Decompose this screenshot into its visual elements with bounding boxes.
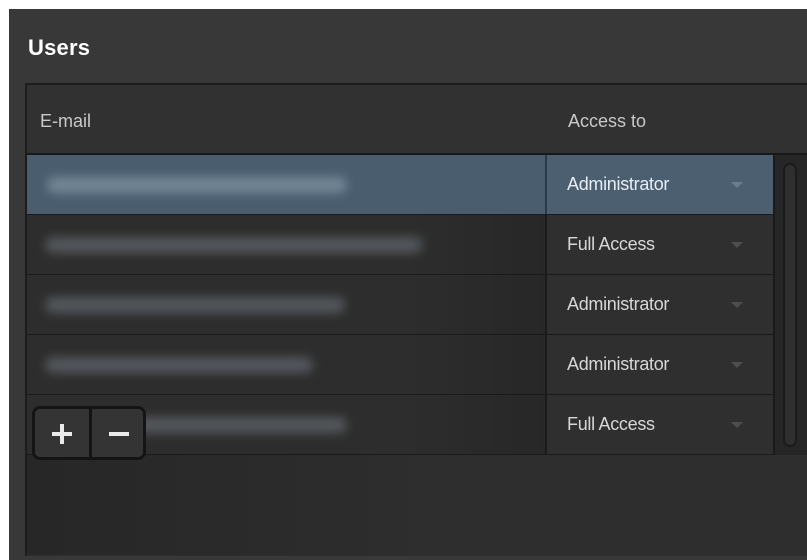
cell-fade (407, 275, 545, 334)
cell-fade (407, 215, 545, 274)
access-value: Full Access (567, 414, 655, 434)
chevron-down-icon (731, 182, 743, 188)
chevron-down-icon (731, 422, 743, 428)
add-user-button[interactable] (35, 409, 89, 457)
users-panel: Users E-mail Access to Administrator Ful… (9, 9, 807, 560)
table-footer (27, 455, 807, 556)
cell-fade (407, 335, 545, 394)
column-header-email[interactable]: E-mail (40, 111, 91, 132)
column-header-access[interactable]: Access to (568, 111, 646, 132)
email-cell-redacted[interactable] (27, 335, 545, 394)
table-row[interactable]: Administrator (27, 275, 773, 335)
table-row[interactable]: Full Access (27, 215, 773, 275)
vertical-scrollbar[interactable] (773, 155, 807, 455)
cell-fade (407, 395, 545, 454)
email-cell-redacted[interactable] (27, 155, 545, 214)
access-value: Administrator (567, 294, 670, 314)
access-dropdown[interactable]: Full Access (545, 215, 773, 274)
table-row[interactable]: Administrator (27, 155, 773, 215)
access-dropdown[interactable]: Administrator (545, 335, 773, 394)
email-cell-redacted[interactable] (27, 215, 545, 274)
add-remove-button-group (32, 406, 146, 460)
chevron-down-icon (731, 302, 743, 308)
scrollbar-thumb[interactable] (783, 163, 797, 447)
users-table: E-mail Access to Administrator Full Acce… (25, 83, 807, 556)
redacted-email (47, 177, 347, 193)
footer-shadow (27, 455, 447, 555)
minus-icon (109, 424, 129, 444)
panel-title: Users (28, 35, 91, 60)
redacted-email (45, 237, 423, 253)
access-dropdown[interactable]: Administrator (545, 275, 773, 334)
chevron-down-icon (731, 362, 743, 368)
redacted-email (45, 297, 345, 313)
access-value: Full Access (567, 234, 655, 254)
access-value: Administrator (567, 354, 670, 374)
table-header: E-mail Access to (27, 85, 807, 155)
email-cell-redacted[interactable] (27, 275, 545, 334)
access-dropdown[interactable]: Administrator (545, 155, 773, 214)
table-row[interactable]: Administrator (27, 335, 773, 395)
chevron-down-icon (731, 242, 743, 248)
plus-icon (52, 424, 72, 444)
remove-user-button[interactable] (92, 409, 143, 457)
access-value: Administrator (567, 174, 670, 194)
access-dropdown[interactable]: Full Access (545, 395, 773, 454)
redacted-email (45, 357, 313, 373)
